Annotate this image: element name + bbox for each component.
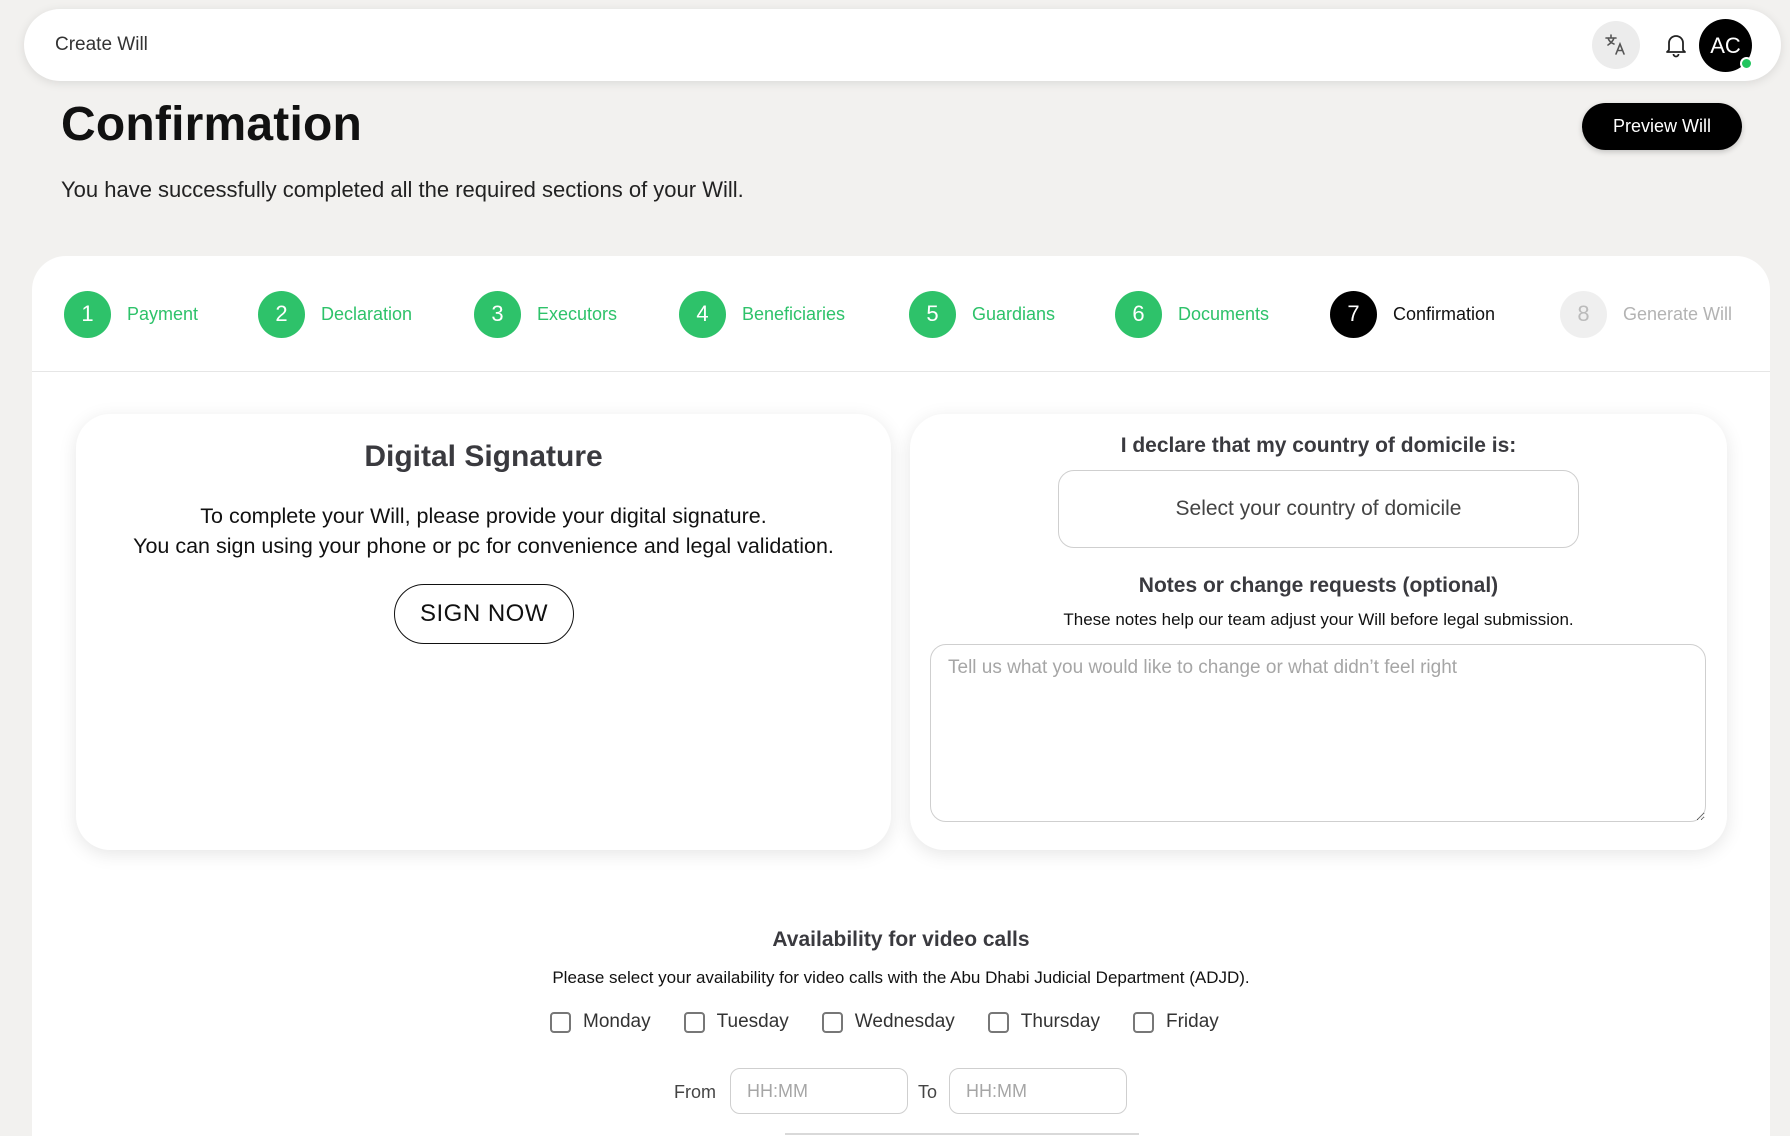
day-checkbox-tuesday[interactable]: Tuesday [683,1011,789,1033]
checkbox[interactable] [550,1011,571,1033]
avatar[interactable]: AC [1699,19,1753,72]
step-number: 3 [474,290,521,338]
step-number: 4 [679,290,726,338]
day-label: Friday [1165,1011,1219,1032]
step-number: 6 [1115,290,1162,338]
checkbox[interactable] [987,1011,1009,1033]
to-label: To [918,1082,938,1102]
step-number: 5 [909,290,956,338]
page-subtitle: You have successfully completed all the … [61,177,744,202]
from-time-input[interactable] [730,1068,908,1114]
day-label: Wednesday [854,1011,955,1032]
day-checkbox-thursday[interactable]: Thursday [987,1011,1100,1033]
country-of-domicile-select[interactable]: Select your country of domicile [1058,470,1579,548]
signature-title: Digital Signature [364,440,603,473]
app-title: Create Will [55,34,148,55]
day-checkbox-monday[interactable]: Monday [550,1011,651,1033]
avatar-initials: AC [1710,32,1741,58]
main-card: 1 Payment 2 Declaration 3 Executors 4 Be… [32,256,1770,1136]
preview-will-button[interactable]: Preview Will [1582,103,1742,150]
checkbox[interactable] [683,1011,705,1033]
step-number: 1 [64,290,111,338]
step-guardians[interactable]: 5 Guardians [909,290,1055,338]
availability-title: Availability for video calls [772,928,1030,951]
from-label: From [674,1082,716,1102]
day-checkbox-friday[interactable]: Friday [1132,1011,1219,1033]
notes-textarea[interactable] [930,644,1706,822]
step-number: 7 [1330,290,1377,338]
step-label: Confirmation [1393,303,1496,324]
step-number: 2 [258,290,305,338]
digital-signature-panel: Digital Signature To complete your Will,… [76,414,891,850]
to-time-input[interactable] [949,1068,1127,1114]
step-declaration[interactable]: 2 Declaration [258,290,412,338]
step-confirmation[interactable]: 7 Confirmation [1330,290,1495,338]
translate-icon [1605,34,1625,55]
divider [785,1133,1139,1135]
signature-instruction-2: You can sign using your phone or pc for … [133,534,834,558]
step-number: 8 [1560,290,1607,338]
bell-icon [1666,35,1686,58]
declaration-panel: I declare that my country of domicile is… [910,414,1727,850]
step-beneficiaries[interactable]: 4 Beneficiaries [679,290,845,338]
notes-help-text: These notes help our team adjust your Wi… [1063,610,1574,629]
step-label: Declaration [321,303,413,324]
availability-days: Monday Tuesday Wednesday Thursday Friday [550,1011,1252,1033]
domicile-question: I declare that my country of domicile is… [1120,434,1517,457]
step-generate-will[interactable]: 8 Generate Will [1560,290,1732,338]
top-bar: Create Will AC [24,9,1781,81]
page-title: Confirmation [61,98,363,151]
online-status-dot [1740,57,1753,70]
checkbox[interactable] [1132,1011,1154,1033]
checkbox[interactable] [821,1011,843,1033]
step-label: Documents [1178,303,1270,324]
day-label: Tuesday [716,1011,789,1032]
progress-stepper: 1 Payment 2 Declaration 3 Executors 4 Be… [32,256,1770,372]
step-label: Beneficiaries [742,303,846,324]
step-label: Payment [127,303,199,324]
step-label: Guardians [972,303,1056,324]
sign-now-button[interactable]: SIGN NOW [394,584,574,644]
day-label: Monday [583,1011,651,1032]
notes-title: Notes or change requests (optional) [1138,574,1499,597]
step-payment[interactable]: 1 Payment [64,290,198,338]
day-label: Thursday [1020,1011,1100,1032]
notifications-button[interactable] [1654,23,1698,67]
step-label: Executors [537,303,618,324]
step-label: Generate Will [1623,303,1733,324]
signature-instruction-1: To complete your Will, please provide yo… [200,504,767,528]
step-executors[interactable]: 3 Executors [474,290,617,338]
translate-button[interactable] [1592,21,1640,69]
availability-help-text: Please select your availability for vide… [552,968,1250,987]
step-documents[interactable]: 6 Documents [1115,290,1269,338]
day-checkbox-wednesday[interactable]: Wednesday [821,1011,955,1033]
